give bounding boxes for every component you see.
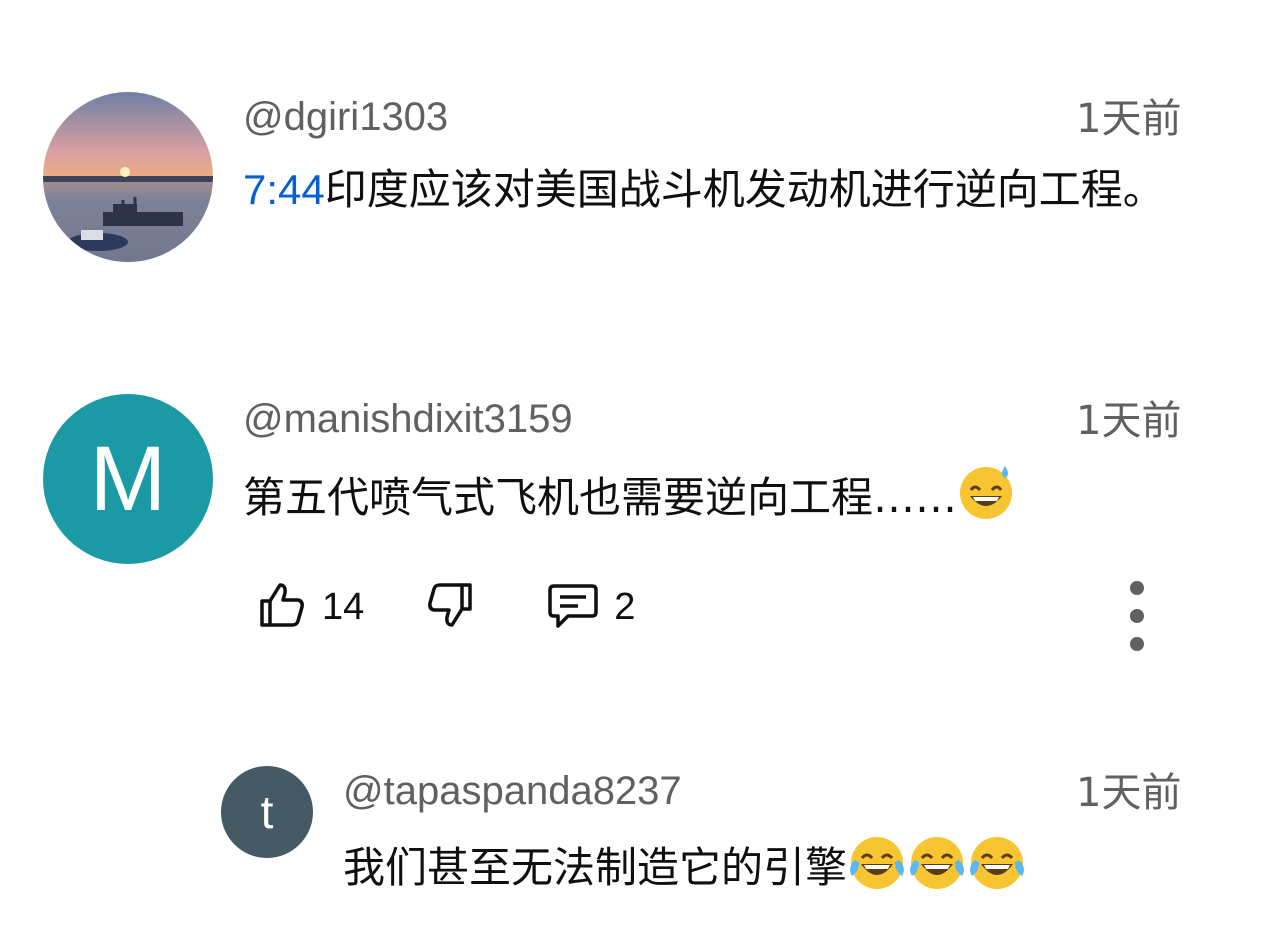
comment-time: 1天前 [1076, 96, 1182, 142]
avatar-photo[interactable] [43, 92, 213, 262]
comment-text: 7:44印度应该对美国战斗机发动机进行逆向工程。 [243, 160, 1203, 220]
like-button[interactable]: 14 [256, 579, 364, 635]
thumbs-down-icon [424, 579, 476, 635]
comment-author-handle[interactable]: @dgiri1303 [243, 93, 448, 141]
more-options-button[interactable] [1127, 581, 1147, 651]
like-count: 14 [322, 585, 365, 628]
bottom-right-fade [1110, 870, 1280, 910]
face-with-tears-of-joy-icon [907, 832, 967, 906]
comment-text-body: 印度应该对美国战斗机发动机进行逆向工程。 [324, 165, 1165, 214]
comment-text-body: 我们甚至无法制造它的引擎 [343, 843, 848, 892]
grinning-face-with-sweat-icon [957, 462, 1015, 536]
comment-text: 第五代喷气式飞机也需要逆向工程…… [243, 462, 1203, 536]
face-with-tears-of-joy-icon [967, 832, 1027, 906]
comment-time: 1天前 [1076, 398, 1182, 444]
face-with-tears-of-joy-icon [847, 832, 907, 906]
comment-author-handle[interactable]: @manishdixit3159 [243, 395, 573, 443]
avatar-letter[interactable]: t [221, 766, 313, 858]
sunset-photo-avatar-icon [43, 92, 213, 262]
more-options-dot [1130, 637, 1144, 651]
comment-text-body: 第五代喷气式飞机也需要逆向工程…… [243, 473, 958, 522]
reply-count: 2 [614, 585, 636, 628]
thumbs-up-icon [256, 579, 308, 635]
avatar-letter-text: M [89, 427, 167, 530]
avatar-letter[interactable]: M [43, 394, 213, 564]
comment-actions: 14 2 [256, 578, 635, 636]
more-options-icon [1130, 581, 1144, 595]
comment-bubble-icon [546, 578, 600, 636]
more-options-dot [1130, 609, 1144, 623]
timestamp-link[interactable]: 7:44 [243, 166, 325, 213]
comment-time: 1天前 [1076, 770, 1182, 816]
dislike-button[interactable] [424, 579, 476, 635]
avatar-letter-text: t [260, 786, 274, 838]
comment-author-handle[interactable]: @tapaspanda8237 [343, 767, 682, 815]
comment-text: 我们甚至无法制造它的引擎 [343, 832, 1223, 906]
reply-button[interactable]: 2 [546, 578, 635, 636]
